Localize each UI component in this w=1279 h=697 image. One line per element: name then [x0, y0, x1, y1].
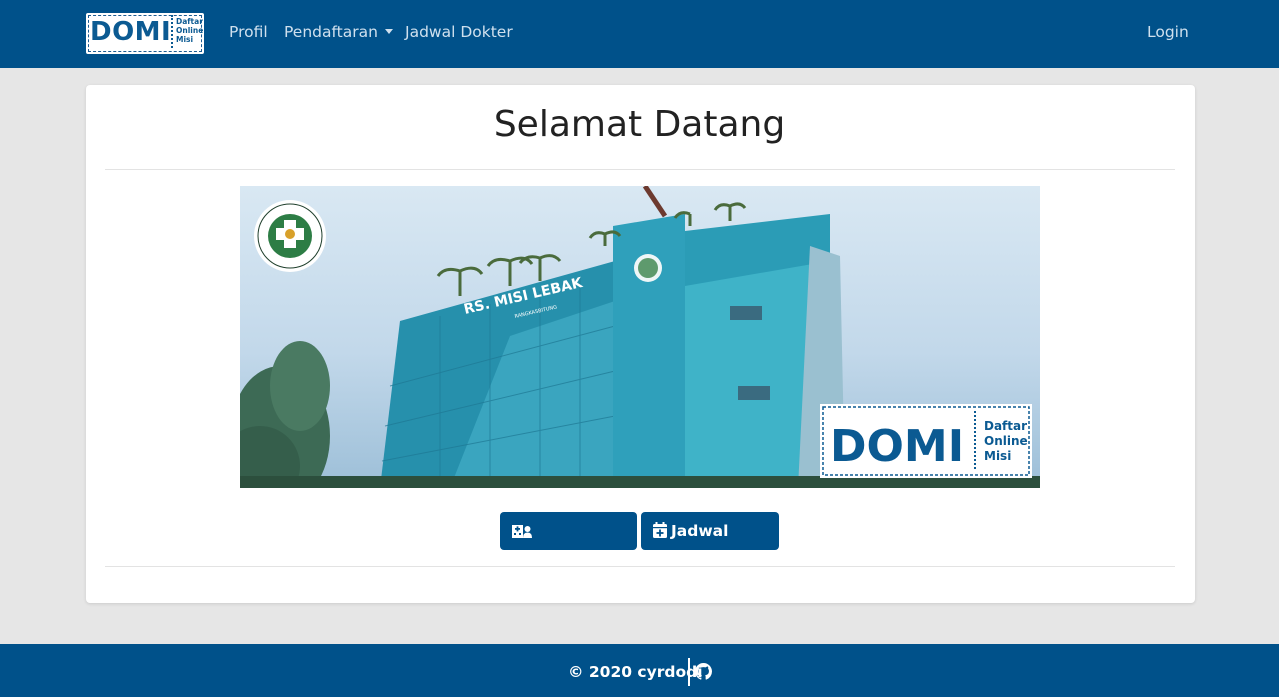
- nav-link-jadwal-dokter[interactable]: Jadwal Dokter: [405, 22, 513, 42]
- brand-logo-text: DOMI: [90, 17, 172, 47]
- footer-copyright: © 2020 cyrdodi: [568, 663, 703, 681]
- banner-logo-subtext-2: Online: [984, 434, 1028, 448]
- page-title: Selamat Datang: [493, 104, 786, 145]
- jadwal-klinik-button[interactable]: Jadwal Klinik: [641, 512, 779, 578]
- banner-logo-subtext-3: Misi: [984, 449, 1011, 463]
- navbar: DOMI Daftar Online Misi Profil Pendaftar…: [0, 0, 1279, 68]
- nav-link-profil[interactable]: Profil: [229, 22, 268, 42]
- nav-link-login[interactable]: Login: [1147, 22, 1189, 42]
- footer-separator: [688, 658, 690, 686]
- nav-dropdown-pendaftaran[interactable]: Pendaftaran: [284, 22, 393, 42]
- caret-down-icon: [384, 29, 393, 34]
- calendar-plus-icon: [653, 522, 667, 538]
- banner-logo-text: DOMI: [830, 421, 964, 472]
- pendaftaran-button[interactable]: Pendaftaran: [500, 512, 637, 578]
- hospital-banner-image: RS. MISI LEBAK RANGKASBITUNG DOMI Daftar…: [240, 186, 1040, 488]
- hospital-user-icon: [512, 525, 532, 538]
- divider: [105, 566, 1175, 567]
- divider: [105, 169, 1175, 170]
- github-icon[interactable]: [695, 663, 712, 684]
- brand-logo[interactable]: DOMI Daftar Online Misi: [86, 13, 204, 54]
- banner-logo-subtext-1: Daftar: [984, 419, 1027, 433]
- brand-logo-subtext: Daftar Online Misi: [176, 17, 204, 44]
